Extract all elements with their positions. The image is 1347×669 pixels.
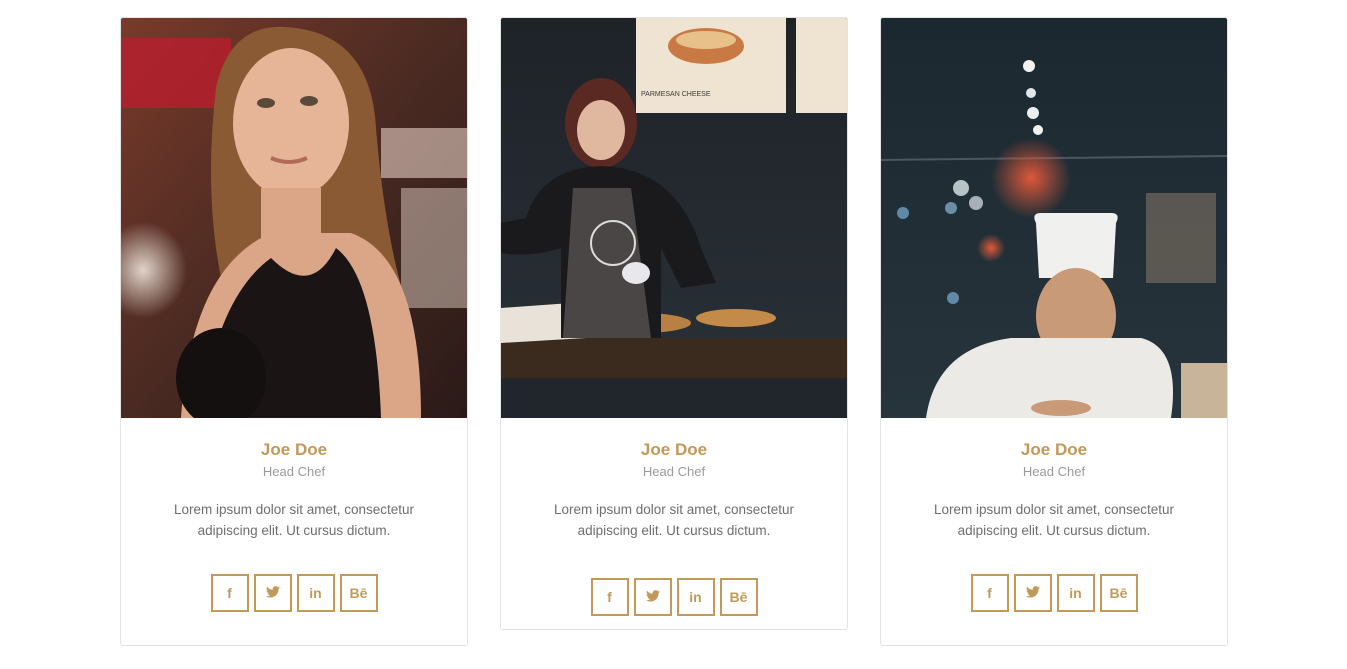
twitter-button[interactable]	[253, 574, 292, 612]
team-card: Joe Doe Head Chef Lorem ipsum dolor sit …	[880, 17, 1228, 646]
member-name: Joe Doe	[1020, 440, 1088, 459]
behance-icon: Bē	[349, 585, 368, 601]
member-bio: Lorem ipsum dolor sit amet, consectetur …	[933, 502, 1175, 538]
team-section: Joe Doe Head Chef Lorem ipsum dolor sit …	[0, 0, 1347, 669]
facebook-button[interactable]: f	[970, 574, 1009, 612]
behance-button[interactable]: Bē	[719, 578, 758, 616]
facebook-button[interactable]: f	[590, 578, 629, 616]
facebook-icon: f	[987, 585, 992, 601]
team-card: Joe Doe Head Chef Lorem ipsum dolor sit …	[120, 17, 468, 646]
behance-button[interactable]: Bē	[1099, 574, 1138, 612]
facebook-button[interactable]: f	[210, 574, 249, 612]
twitter-button[interactable]	[1013, 574, 1052, 612]
twitter-icon	[265, 586, 280, 600]
linkedin-icon: in	[689, 589, 702, 605]
twitter-icon	[645, 590, 660, 604]
social-links: f in Bē	[501, 578, 847, 616]
team-member-photo	[121, 18, 467, 418]
linkedin-button[interactable]: in	[676, 578, 715, 616]
linkedin-icon: in	[1069, 585, 1082, 601]
linkedin-button[interactable]: in	[1056, 574, 1095, 612]
behance-icon: Bē	[1109, 585, 1128, 601]
facebook-icon: f	[607, 589, 612, 605]
member-role: Head Chef	[262, 464, 326, 479]
twitter-button[interactable]	[633, 578, 672, 616]
facebook-icon: f	[227, 585, 232, 601]
team-member-photo: PARMESAN CHEESE	[501, 18, 847, 418]
social-links: f in Bē	[881, 574, 1227, 612]
member-role: Head Chef	[642, 464, 706, 479]
linkedin-button[interactable]: in	[296, 574, 335, 612]
team-member-photo	[881, 18, 1227, 418]
menu-board-text: PARMESAN CHEESE	[641, 91, 711, 98]
member-bio: Lorem ipsum dolor sit amet, consectetur …	[173, 502, 415, 538]
linkedin-icon: in	[309, 585, 322, 601]
behance-icon: Bē	[729, 589, 748, 605]
member-name: Joe Doe	[640, 440, 708, 459]
team-card: PARMESAN CHEESE Joe Doe Head Chef Lorem …	[500, 17, 848, 630]
member-name: Joe Doe	[260, 440, 328, 459]
twitter-icon	[1025, 586, 1040, 600]
member-role: Head Chef	[1022, 464, 1086, 479]
social-links: f in Bē	[121, 574, 467, 612]
member-bio: Lorem ipsum dolor sit amet, consectetur …	[553, 502, 795, 538]
behance-button[interactable]: Bē	[339, 574, 378, 612]
